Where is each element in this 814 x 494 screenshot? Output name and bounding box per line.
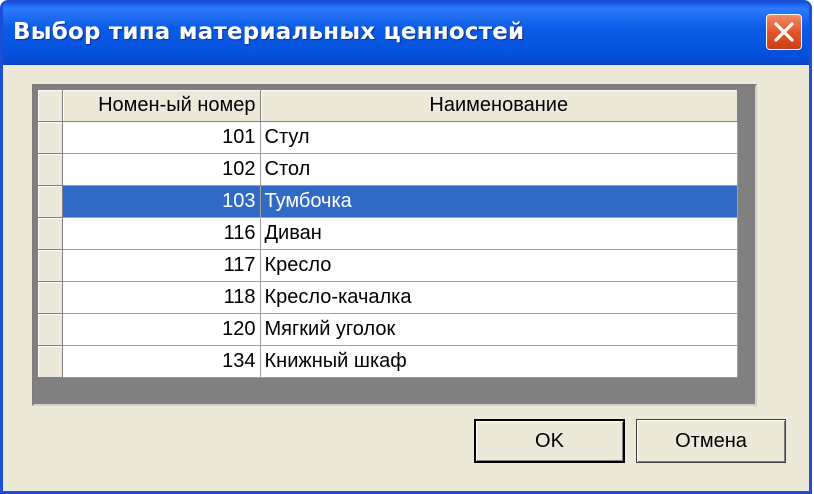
ok-button[interactable]: OK — [474, 419, 625, 463]
column-header-name[interactable]: Наименование — [260, 90, 738, 122]
title-bar[interactable]: Выбор типа материальных ценностей — [3, 3, 809, 65]
row-indicator[interactable] — [38, 313, 63, 346]
header-indicator-cell — [38, 90, 63, 122]
item-number[interactable]: 101 — [62, 121, 261, 154]
item-name[interactable]: Стол — [260, 153, 738, 186]
grid-header-row: Номен-ый номер Наименование — [38, 90, 738, 122]
item-number[interactable]: 103 — [62, 185, 261, 218]
close-button[interactable] — [766, 14, 802, 50]
item-number[interactable]: 117 — [62, 249, 261, 282]
table-row[interactable]: 103 Тумбочка — [38, 185, 738, 218]
item-number[interactable]: 116 — [62, 217, 261, 250]
dialog-window: Выбор типа материальных ценностей Номен-… — [0, 0, 812, 494]
table-row[interactable]: 101 Стул — [38, 121, 738, 154]
table-row[interactable]: 118 Кресло-качалка — [38, 281, 738, 314]
window-title: Выбор типа материальных ценностей — [13, 19, 525, 45]
column-header-number[interactable]: Номен-ый номер — [62, 90, 261, 122]
item-name[interactable]: Книжный шкаф — [260, 345, 738, 379]
row-indicator[interactable] — [38, 217, 63, 250]
cancel-button[interactable]: Отмена — [636, 419, 786, 463]
row-indicator[interactable] — [38, 153, 63, 186]
item-name[interactable]: Тумбочка — [260, 185, 738, 218]
materials-grid: Номен-ый номер Наименование 101 Стул 102… — [38, 90, 738, 379]
item-name[interactable]: Диван — [260, 217, 738, 250]
table-row[interactable]: 116 Диван — [38, 217, 738, 250]
row-indicator[interactable] — [38, 249, 63, 282]
table-row[interactable]: 134 Книжный шкаф — [38, 345, 738, 379]
grid-body: 101 Стул 102 Стол 103 Тумбочка 116 Диван — [38, 121, 738, 379]
item-name[interactable]: Мягкий уголок — [260, 313, 738, 346]
row-indicator[interactable] — [38, 345, 63, 379]
item-name[interactable]: Кресло-качалка — [260, 281, 738, 314]
item-name[interactable]: Стул — [260, 121, 738, 154]
item-number[interactable]: 118 — [62, 281, 261, 314]
close-icon — [774, 22, 794, 42]
table-row[interactable]: 120 Мягкий уголок — [38, 313, 738, 346]
grid-frame: Номен-ый номер Наименование 101 Стул 102… — [32, 84, 757, 406]
row-indicator[interactable] — [38, 281, 63, 314]
item-name[interactable]: Кресло — [260, 249, 738, 282]
row-indicator[interactable] — [38, 121, 63, 154]
item-number[interactable]: 120 — [62, 313, 261, 346]
item-number[interactable]: 102 — [62, 153, 261, 186]
row-indicator[interactable] — [38, 185, 63, 218]
table-row[interactable]: 117 Кресло — [38, 249, 738, 282]
table-row[interactable]: 102 Стол — [38, 153, 738, 186]
item-number[interactable]: 134 — [62, 345, 261, 379]
